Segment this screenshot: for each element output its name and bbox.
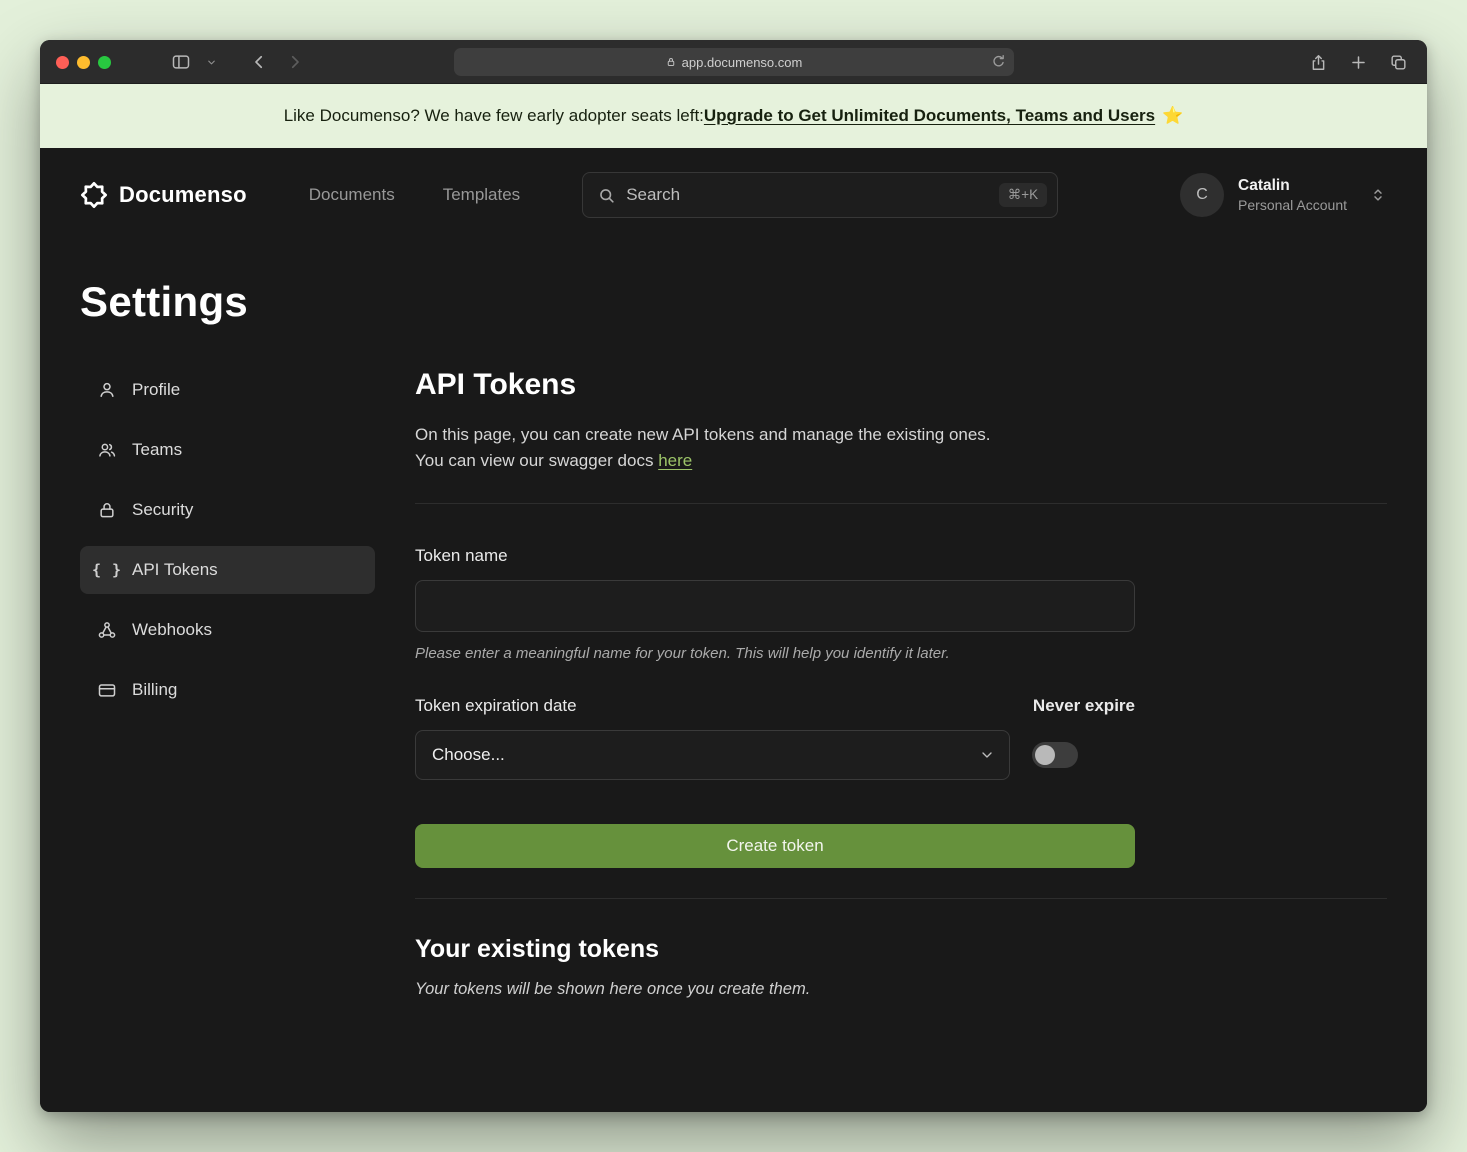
zoom-button[interactable]: [98, 56, 111, 69]
never-expire-toggle[interactable]: [1032, 742, 1078, 768]
sidebar-item-webhooks[interactable]: Webhooks: [80, 606, 375, 654]
nav-documents[interactable]: Documents: [309, 185, 395, 205]
search-shortcut-badge: ⌘+K: [999, 183, 1047, 207]
star-emoji: ⭐: [1162, 106, 1183, 126]
traffic-lights: [56, 40, 111, 84]
token-name-hint: Please enter a meaningful name for your …: [415, 645, 1387, 662]
section-title: API Tokens: [415, 368, 1387, 402]
brand-name: Documenso: [119, 182, 247, 208]
sidebar-item-label: Security: [132, 500, 193, 520]
divider: [415, 503, 1387, 504]
new-tab-icon[interactable]: [1345, 49, 1371, 75]
search-placeholder: Search: [626, 185, 989, 205]
browser-titlebar: app.documenso.com: [40, 40, 1427, 84]
sidebar-item-api-tokens[interactable]: { } API Tokens: [80, 546, 375, 594]
sidebar-item-label: Billing: [132, 680, 177, 700]
minimize-button[interactable]: [77, 56, 90, 69]
user-account-type: Personal Account: [1238, 196, 1347, 214]
webhook-icon: [96, 620, 118, 640]
existing-tokens-title: Your existing tokens: [415, 935, 1387, 964]
banner-text: Like Documenso? We have few early adopte…: [284, 106, 704, 126]
tab-overview-icon[interactable]: [1385, 49, 1411, 75]
chevrons-up-down-icon: [1369, 186, 1387, 204]
refresh-icon[interactable]: [990, 53, 1007, 70]
users-icon: [96, 440, 118, 460]
create-token-button[interactable]: Create token: [415, 824, 1135, 868]
back-button[interactable]: [246, 49, 272, 75]
app-header: Documenso Documents Templates Search ⌘+K…: [80, 148, 1387, 242]
sidebar-chevron-icon[interactable]: [204, 49, 218, 75]
expiration-select[interactable]: Choose...: [415, 730, 1010, 780]
tls-lock-icon: [665, 56, 677, 68]
brand[interactable]: Documenso: [80, 181, 247, 209]
upgrade-link[interactable]: Upgrade to Get Unlimited Documents, Team…: [704, 106, 1155, 126]
forward-button[interactable]: [282, 49, 308, 75]
api-tokens-panel: API Tokens On this page, you can create …: [415, 366, 1387, 999]
divider: [415, 898, 1387, 899]
sidebar-item-label: Profile: [132, 380, 180, 400]
search-input[interactable]: Search ⌘+K: [582, 172, 1058, 218]
sidebar-item-label: Webhooks: [132, 620, 212, 640]
address-bar[interactable]: app.documenso.com: [454, 48, 1014, 76]
promo-banner: Like Documenso? We have few early adopte…: [40, 84, 1427, 148]
section-description: On this page, you can create new API tok…: [415, 422, 1387, 473]
avatar: C: [1180, 173, 1224, 217]
expiration-label: Token expiration date: [415, 696, 577, 716]
search-icon: [597, 186, 616, 205]
sidebar-item-label: API Tokens: [132, 560, 218, 580]
toggle-knob: [1035, 745, 1055, 765]
page-title: Settings: [80, 278, 1387, 326]
share-icon[interactable]: [1305, 49, 1331, 75]
close-button[interactable]: [56, 56, 69, 69]
sidebar-item-billing[interactable]: Billing: [80, 666, 375, 714]
sidebar-item-teams[interactable]: Teams: [80, 426, 375, 474]
user-icon: [96, 380, 118, 400]
browser-window: app.documenso.com Like Documenso? We hav…: [40, 40, 1427, 1112]
url-text: app.documenso.com: [682, 55, 803, 70]
chevron-down-icon: [979, 747, 995, 763]
nav-templates[interactable]: Templates: [443, 185, 520, 205]
sidebar-item-security[interactable]: Security: [80, 486, 375, 534]
sidebar-item-label: Teams: [132, 440, 182, 460]
existing-tokens-empty-text: Your tokens will be shown here once you …: [415, 980, 1387, 999]
never-expire-label: Never expire: [1033, 696, 1135, 716]
braces-icon: { }: [96, 561, 118, 579]
lock-icon: [96, 500, 118, 520]
sidebar-toggle-icon[interactable]: [168, 49, 194, 75]
expiration-select-value: Choose...: [432, 745, 505, 765]
swagger-docs-link[interactable]: here: [658, 451, 692, 470]
token-name-input[interactable]: [415, 580, 1135, 632]
credit-card-icon: [96, 680, 118, 700]
account-menu[interactable]: C Catalin Personal Account: [1180, 173, 1387, 217]
app-content: Documenso Documents Templates Search ⌘+K…: [40, 148, 1427, 1112]
sidebar-item-profile[interactable]: Profile: [80, 366, 375, 414]
top-nav: Documents Templates: [309, 185, 520, 205]
settings-nav: Profile Teams Security { } API Token: [80, 366, 375, 726]
user-name: Catalin: [1238, 176, 1347, 196]
documenso-logo-icon: [80, 181, 108, 209]
token-name-label: Token name: [415, 546, 1387, 566]
